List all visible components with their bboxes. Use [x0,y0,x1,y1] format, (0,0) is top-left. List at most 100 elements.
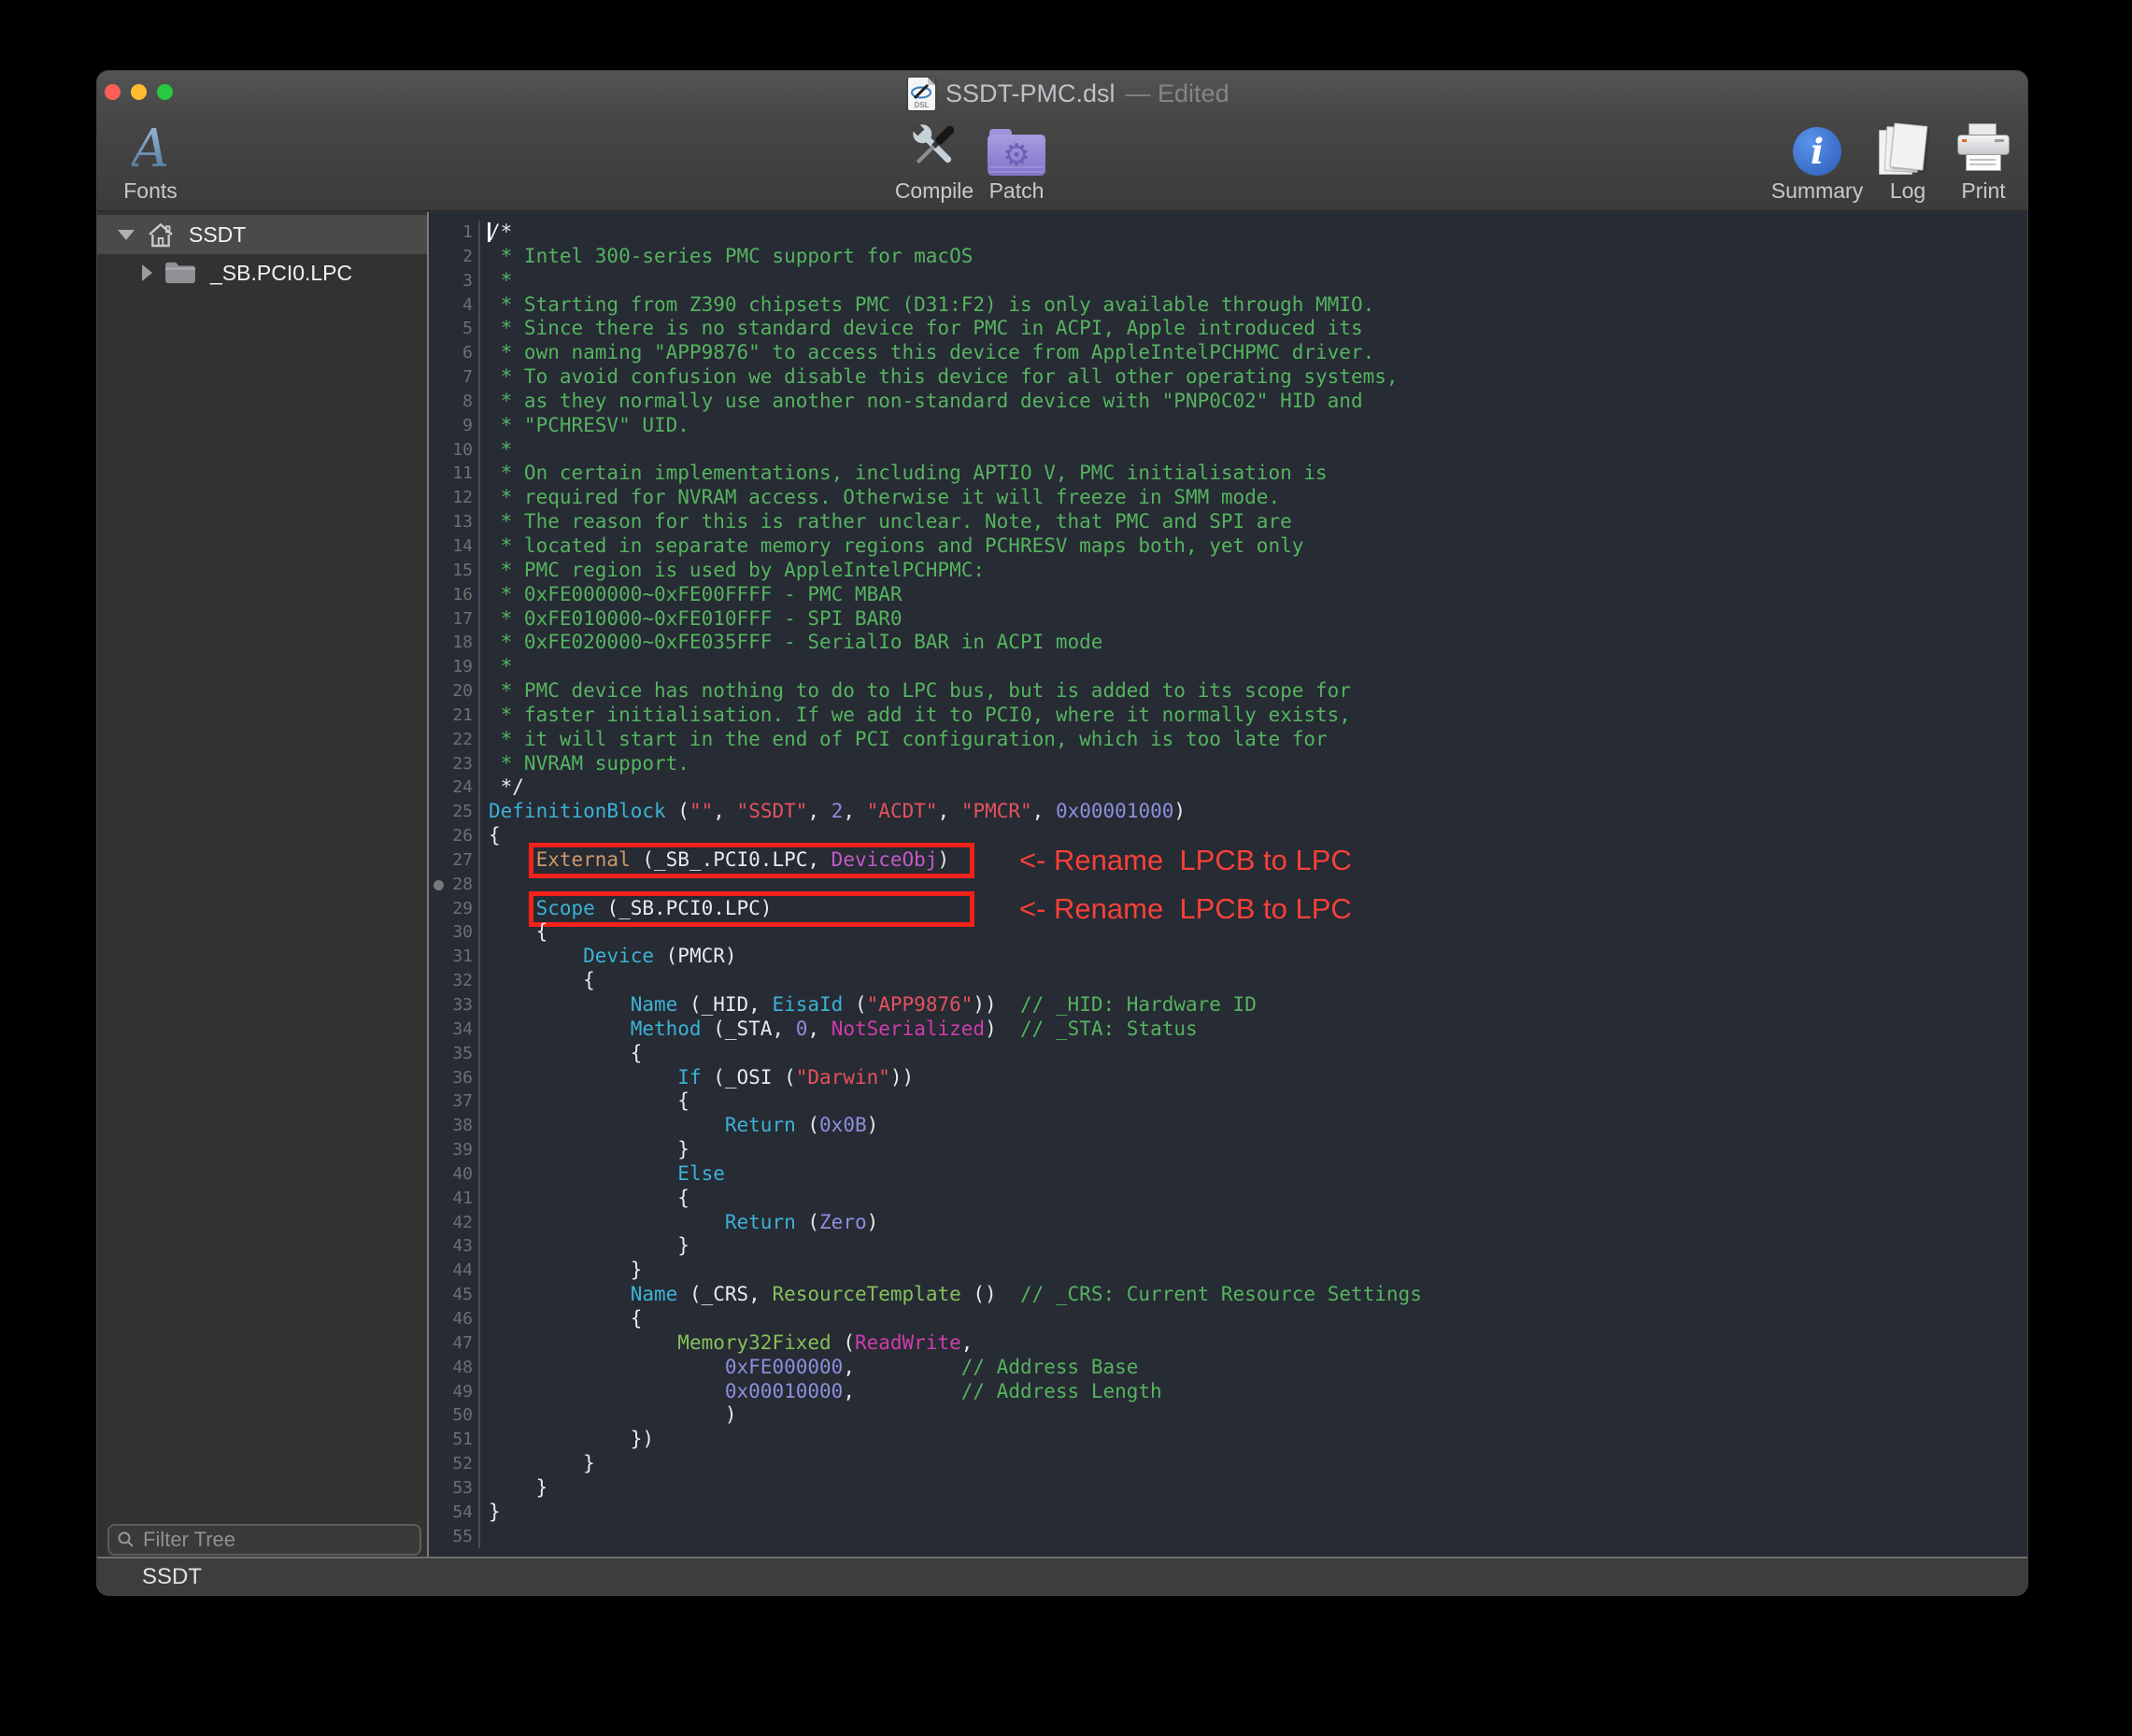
code-line[interactable]: 40 Else [429,1162,2027,1187]
line-number: 26 [429,824,480,848]
line-number: 4 [429,293,480,318]
line-number: 24 [429,776,480,800]
line-number: 48 [429,1356,480,1380]
minimize-button[interactable] [131,84,147,100]
code-line[interactable]: 2 * Intel 300-series PMC support for mac… [429,245,2027,269]
line-number: 10 [429,438,480,462]
titlebar-toolbar: DSL SSDT-PMC.dsl — Edited A Fonts [97,71,2027,211]
app-window: DSL SSDT-PMC.dsl — Edited A Fonts [97,71,2027,1595]
code-line[interactable]: 19 * [429,655,2027,679]
code-line[interactable]: 35 { [429,1042,2027,1066]
code-line[interactable]: 41 { [429,1187,2027,1211]
code-line[interactable]: 5 * Since there is no standard device fo… [429,317,2027,341]
code-line[interactable]: 54} [429,1501,2027,1525]
code-line[interactable]: 11 * On certain implementations, includi… [429,462,2027,486]
line-number: 13 [429,510,480,534]
code-line[interactable]: 36 If (_OSI ("Darwin")) [429,1066,2027,1090]
status-bar-label: SSDT [142,1564,202,1590]
line-number: 36 [429,1066,480,1090]
code-line[interactable]: 15 * PMC region is used by AppleIntelPCH… [429,559,2027,583]
line-number: 37 [429,1089,480,1114]
code-line[interactable]: 53 } [429,1476,2027,1501]
code-line[interactable]: 42 Return (Zero) [429,1211,2027,1235]
line-number: 20 [429,679,480,704]
code-line[interactable]: 9 * "PCHRESV" UID. [429,414,2027,438]
line-number: 42 [429,1211,480,1235]
code-line-text: * required for NVRAM access. Otherwise i… [480,486,2027,510]
code-line[interactable]: 6 * own naming "APP9876" to access this … [429,341,2027,365]
code-line[interactable]: 1/* [429,221,2027,245]
code-line[interactable]: 29 Scope (_SB.PCI0.LPC)<- Rename LPCB to… [429,897,2027,921]
disclosure-down-icon[interactable] [118,230,135,240]
code-line-text: Method (_STA, 0, NotSerialized) // _STA:… [480,1017,2027,1042]
code-line[interactable]: 8 * as they normally use another non-sta… [429,390,2027,414]
code-line[interactable]: 7 * To avoid confusion we disable this d… [429,365,2027,390]
code-line[interactable]: 23 * NVRAM support. [429,752,2027,776]
code-line[interactable]: 30 { [429,920,2027,945]
filter-tree-input[interactable]: Filter Tree [107,1524,421,1556]
code-line-text: } [480,1234,2027,1259]
code-line[interactable]: 51 }) [429,1428,2027,1452]
zoom-button[interactable] [157,84,173,100]
code-line-text: Scope (_SB.PCI0.LPC)<- Rename LPCB to LP… [480,897,2027,921]
code-line[interactable]: 21 * faster initialisation. If we add it… [429,704,2027,728]
code-line[interactable]: 13 * The reason for this is rather uncle… [429,510,2027,534]
disclosure-right-icon[interactable] [142,264,152,281]
sidebar-item-ssdt-root[interactable]: SSDT [97,215,427,254]
code-line[interactable]: 14 * located in separate memory regions … [429,534,2027,559]
code-line[interactable]: 44 } [429,1259,2027,1283]
code-line[interactable]: 45 Name (_CRS, ResourceTemplate () // _C… [429,1283,2027,1307]
code-line[interactable]: 25DefinitionBlock ("", "SSDT", 2, "ACDT"… [429,800,2027,824]
code-line[interactable]: 37 { [429,1089,2027,1114]
code-line[interactable]: 50 ) [429,1403,2027,1428]
line-number: 54 [429,1501,480,1525]
code-line[interactable]: 22 * it will start in the end of PCI con… [429,728,2027,752]
code-line[interactable]: 4 * Starting from Z390 chipsets PMC (D31… [429,293,2027,318]
code-line[interactable]: 32 { [429,969,2027,993]
code-line[interactable]: 31 Device (PMCR) [429,945,2027,969]
code-line[interactable]: 34 Method (_STA, 0, NotSerialized) // _S… [429,1017,2027,1042]
sidebar-item-sb-pci0-lpc[interactable]: _SB.PCI0.LPC [97,254,427,292]
code-line[interactable]: 20 * PMC device has nothing to do to LPC… [429,679,2027,704]
code-line-text: /* [480,221,2027,245]
code-line[interactable]: 12 * required for NVRAM access. Otherwis… [429,486,2027,510]
code-line[interactable]: 55 [429,1525,2027,1549]
code-line[interactable]: 46 { [429,1307,2027,1331]
line-number: 44 [429,1259,480,1283]
code-line[interactable]: 18 * 0xFE020000~0xFE035FFF - SerialIo BA… [429,631,2027,655]
code-line-text: * [480,655,2027,679]
code-line[interactable]: 43 } [429,1234,2027,1259]
code-line[interactable]: 16 * 0xFE000000~0xFE00FFFF - PMC MBAR [429,583,2027,607]
code-line[interactable]: 10 * [429,438,2027,462]
line-number: 19 [429,655,480,679]
code-line[interactable]: 52 } [429,1452,2027,1476]
fonts-label: Fonts [90,178,211,204]
close-button[interactable] [105,84,121,100]
code-line-text: } [480,1259,2027,1283]
code-line-text: * Intel 300-series PMC support for macOS [480,245,2027,269]
code-line[interactable]: 47 Memory32Fixed (ReadWrite, [429,1331,2027,1356]
code-line-text: * [480,269,2027,293]
code-line[interactable]: 33 Name (_HID, EisaId ("APP9876")) // _H… [429,993,2027,1017]
code-line[interactable]: 49 0x00010000, // Address Length [429,1380,2027,1404]
code-lines: 1/*2 * Intel 300-series PMC support for … [429,221,2027,1548]
window-title: DSL SSDT-PMC.dsl — Edited [908,76,1229,111]
code-line[interactable]: 48 0xFE000000, // Address Base [429,1356,2027,1380]
code-line[interactable]: 17 * 0xFE010000~0xFE010FFF - SPI BAR0 [429,607,2027,632]
code-line[interactable]: 39 } [429,1138,2027,1162]
patch-button[interactable]: ⚙ Patch [956,112,1077,204]
fonts-button[interactable]: A Fonts [90,112,211,204]
code-editor[interactable]: 1/*2 * Intel 300-series PMC support for … [429,212,2027,1557]
print-button[interactable]: Print [1923,112,2044,204]
code-line[interactable]: 3 * [429,269,2027,293]
code-line-text: { [480,969,2027,993]
code-line-text: * "PCHRESV" UID. [480,414,2027,438]
line-number: 50 [429,1403,480,1428]
code-line[interactable]: 38 Return (0x0B) [429,1114,2027,1138]
line-number: 25 [429,800,480,824]
code-line[interactable]: 27 External (_SB_.PCI0.LPC, DeviceObj)<-… [429,848,2027,873]
dsl-scribble-icon [909,81,934,102]
line-number: 12 [429,486,480,510]
code-line[interactable]: 24 */ [429,776,2027,800]
line-number: 17 [429,607,480,632]
